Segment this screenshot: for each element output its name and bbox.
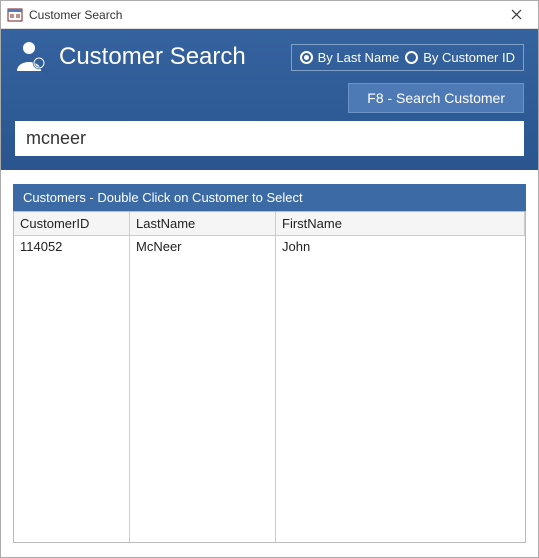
grid-col-lastname: McNeer	[130, 236, 276, 542]
form-icon	[7, 7, 23, 23]
radio-by-customer-id[interactable]: By Customer ID	[405, 50, 515, 65]
page-title: Customer Search	[59, 43, 279, 71]
radio-by-last-name[interactable]: By Last Name	[300, 50, 400, 65]
action-row: F8 - Search Customer	[15, 83, 524, 113]
search-input[interactable]	[15, 121, 524, 156]
col-header-firstname[interactable]: FirstName	[276, 212, 525, 236]
table-caption: Customers - Double Click on Customer to …	[13, 184, 526, 211]
radio-label: By Customer ID	[423, 50, 515, 65]
grid-col-firstname: John	[276, 236, 525, 542]
table-cell[interactable]: McNeer	[130, 236, 275, 257]
content: Customers - Double Click on Customer to …	[1, 170, 538, 557]
window: Customer Search Customer Search	[0, 0, 539, 558]
results-grid: CustomerID LastName FirstName 114052 McN…	[13, 211, 526, 543]
titlebar: Customer Search	[1, 1, 538, 29]
grid-header-row: CustomerID LastName FirstName	[14, 212, 525, 236]
radio-icon	[300, 51, 313, 64]
header: Customer Search By Last Name By Customer…	[1, 29, 538, 170]
table-cell[interactable]: 114052	[14, 236, 129, 257]
radio-label: By Last Name	[318, 50, 400, 65]
grid-body: 114052 McNeer John	[14, 236, 525, 542]
close-icon	[511, 9, 522, 20]
customer-search-icon	[15, 39, 47, 75]
radio-icon	[405, 51, 418, 64]
col-header-customerid[interactable]: CustomerID	[14, 212, 130, 236]
window-title: Customer Search	[29, 8, 500, 22]
close-button[interactable]	[500, 3, 532, 27]
table-cell[interactable]: John	[276, 236, 525, 257]
col-header-lastname[interactable]: LastName	[130, 212, 276, 236]
header-top: Customer Search By Last Name By Customer…	[15, 39, 524, 75]
grid-col-customerid: 114052	[14, 236, 130, 542]
search-button[interactable]: F8 - Search Customer	[348, 83, 524, 113]
search-mode-group: By Last Name By Customer ID	[291, 44, 524, 71]
